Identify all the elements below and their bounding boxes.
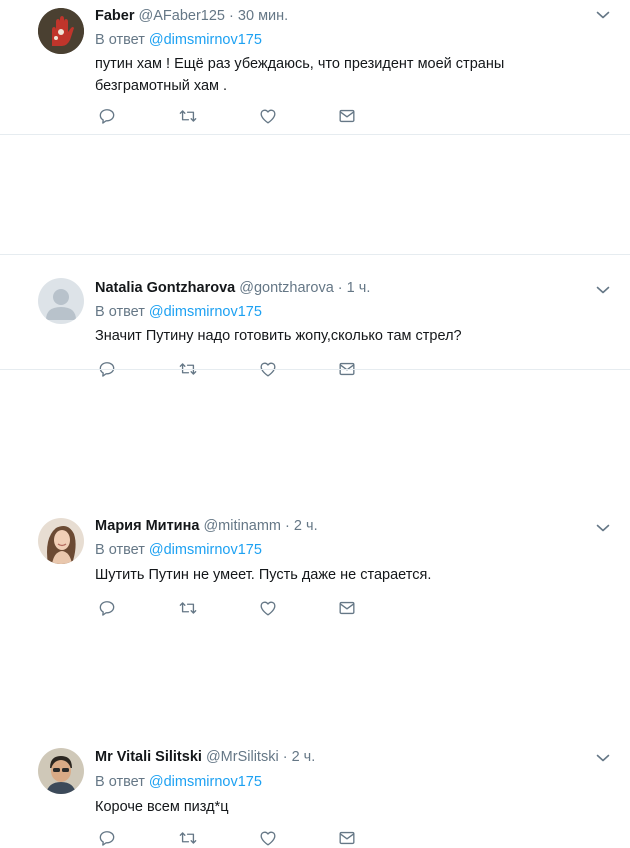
reply-to-link[interactable]: @dimsmirnov175: [149, 774, 262, 790]
author-name[interactable]: Mr Vitali Silitski: [95, 749, 202, 765]
tweet-text: Шутить Путин не умеет. Пусть даже не ста…: [95, 567, 432, 583]
chevron-down-icon[interactable]: [596, 523, 610, 533]
tweet[interactable]: Faber @AFaber125 · 30 мин. В ответ @dims…: [0, 0, 630, 135]
envelope-icon[interactable]: [337, 828, 357, 848]
timestamp[interactable]: 2 ч.: [292, 749, 316, 765]
timestamp[interactable]: 30 мин.: [238, 8, 288, 24]
avatar[interactable]: [38, 748, 84, 794]
tweet[interactable]: Natalia Gontzharova @gontzharova · 1 ч. …: [0, 135, 630, 255]
tweet-header: Mr Vitali Silitski @MrSilitski · 2 ч.: [95, 749, 315, 765]
tweet[interactable]: Mr Vitali Silitski @MrSilitski · 2 ч. В …: [0, 370, 630, 474]
reply-icon[interactable]: [97, 598, 117, 618]
envelope-icon[interactable]: [337, 106, 357, 126]
woman-photo-avatar-image: [38, 518, 84, 564]
chevron-down-icon[interactable]: [596, 753, 610, 763]
timestamp[interactable]: 2 ч.: [294, 518, 318, 534]
retweet-icon[interactable]: [178, 106, 198, 126]
reply-to-link[interactable]: @dimsmirnov175: [149, 542, 262, 558]
tweet-text: Короче всем пизд*ц: [95, 799, 229, 815]
avatar[interactable]: [38, 8, 84, 54]
separator-dot: ·: [229, 8, 234, 24]
man-photo-avatar-image: [38, 748, 84, 794]
reply-icon[interactable]: [97, 106, 117, 126]
retweet-icon[interactable]: [178, 598, 198, 618]
reply-context: В ответ @dimsmirnov175: [95, 774, 262, 790]
envelope-icon[interactable]: [337, 598, 357, 618]
separator-dot: ·: [285, 518, 290, 534]
reply-icon[interactable]: [97, 828, 117, 848]
hand-print-avatar-image: [38, 8, 84, 54]
tweet-text: путин хам ! Ещё раз убеждаюсь, что прези…: [95, 56, 505, 94]
tweet[interactable]: Мария Митина @mitinamm · 2 ч. В ответ @d…: [0, 255, 630, 370]
tweet-header: Мария Митина @mitinamm · 2 ч.: [95, 518, 318, 534]
author-handle[interactable]: @MrSilitski: [206, 749, 279, 765]
reply-prefix: В ответ: [95, 542, 145, 558]
author-handle[interactable]: @mitinamm: [203, 518, 281, 534]
heart-icon[interactable]: [258, 828, 278, 848]
avatar[interactable]: [38, 518, 84, 564]
author-handle[interactable]: @AFaber125: [139, 8, 225, 24]
chevron-down-icon[interactable]: [596, 10, 610, 20]
separator-dot: ·: [282, 749, 288, 765]
reply-prefix: В ответ: [95, 774, 145, 790]
author-name[interactable]: Мария Митина: [95, 518, 199, 534]
heart-icon[interactable]: [258, 106, 278, 126]
tweet-header: Faber @AFaber125 · 30 мин.: [95, 8, 288, 24]
reply-context: В ответ @dimsmirnov175: [95, 32, 262, 48]
retweet-icon[interactable]: [178, 828, 198, 848]
reply-context: В ответ @dimsmirnov175: [95, 542, 262, 558]
author-name[interactable]: Faber: [95, 8, 135, 24]
reply-prefix: В ответ: [95, 32, 145, 48]
heart-icon[interactable]: [258, 598, 278, 618]
reply-to-link[interactable]: @dimsmirnov175: [149, 32, 262, 48]
